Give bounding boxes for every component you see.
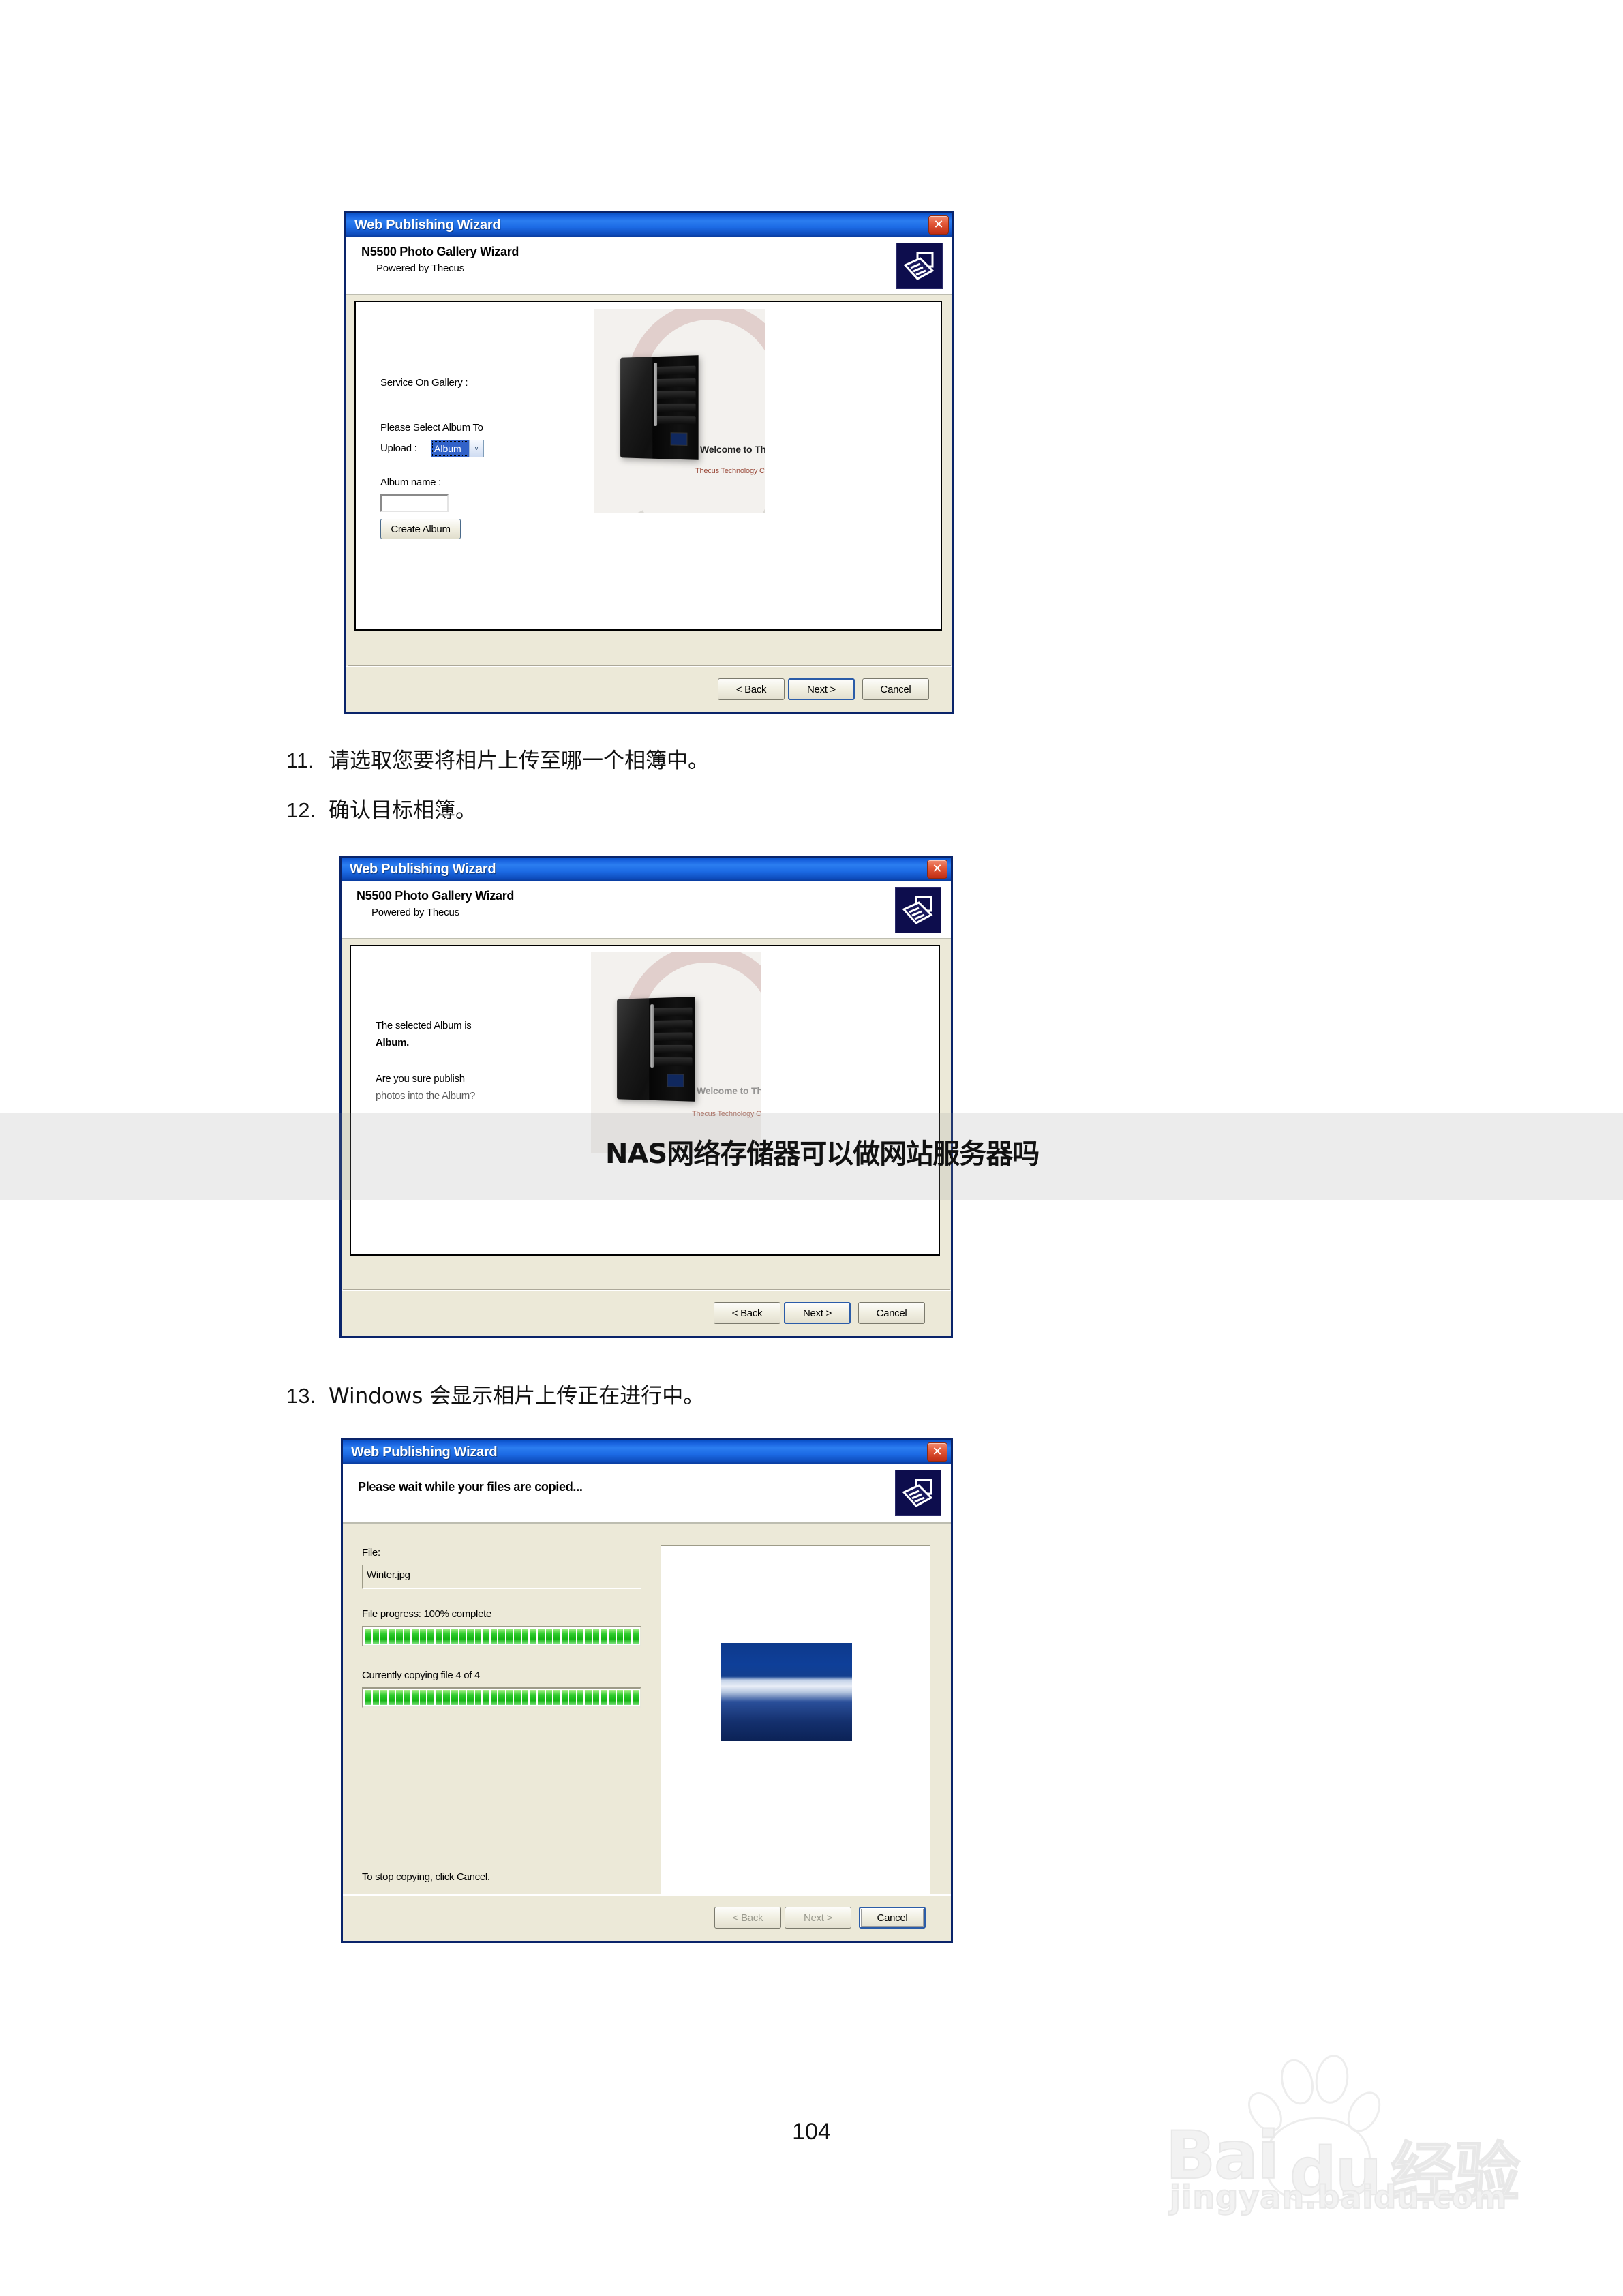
dialog1-titlebar[interactable]: Web Publishing Wizard ✕: [346, 213, 952, 237]
dialog2-titlebar[interactable]: Web Publishing Wizard ✕: [342, 858, 951, 881]
image-preview-pane: [661, 1545, 930, 1894]
watermark-chinese-text: NAS网络存储器可以做网站服务器吗: [605, 1132, 1039, 1171]
nas-handle: [654, 363, 657, 426]
chevron-down-icon[interactable]: ˅: [469, 440, 483, 457]
cancel-button[interactable]: Cancel: [858, 1302, 925, 1324]
current-file-field: Winter.jpg: [362, 1565, 641, 1589]
file-label: File:: [362, 1547, 380, 1558]
back-button[interactable]: < Back: [714, 1302, 780, 1324]
thecus-product-image: Welcome to Thecus Thecus Technology Corp…: [594, 309, 765, 513]
nas-front-face: [652, 355, 699, 460]
create-album-button[interactable]: Create Album: [380, 519, 461, 539]
welcome-to-thecus-text: Welcome to Thecus: [697, 1085, 761, 1096]
welcome-to-thecus-text: Welcome to Thecus: [700, 444, 765, 455]
web-publish-icon: [896, 243, 943, 289]
cancel-button[interactable]: Cancel: [859, 1907, 926, 1929]
dialog1-header-subtitle: Powered by Thecus: [376, 262, 952, 274]
close-icon[interactable]: ✕: [927, 860, 947, 879]
selected-album-line1: The selected Album is: [376, 1020, 471, 1031]
cancel-button[interactable]: Cancel: [862, 678, 929, 700]
album-name-label: Album name :: [380, 477, 441, 488]
dialog3-title: Web Publishing Wizard: [351, 1445, 497, 1460]
dialog1-header: N5500 Photo Gallery Wizard Powered by Th…: [346, 237, 952, 295]
baidu-url-text: jingyan.baidu.com: [1170, 2179, 1507, 2216]
dialog3-titlebar[interactable]: Web Publishing Wizard ✕: [343, 1440, 951, 1464]
dialog3-button-bar: < Back Next > Cancel: [343, 1894, 951, 1941]
copy-count-label: Currently copying file 4 of 4: [362, 1670, 480, 1681]
dialog2-content-pane: The selected Album is Album. Are you sur…: [350, 945, 940, 1256]
next-button: Next >: [785, 1907, 851, 1929]
step-11-number: 11.: [286, 749, 329, 773]
step-12-text: 确认目标相簿。: [329, 798, 476, 823]
select-album-label-line2: Upload :: [380, 442, 416, 454]
web-publish-icon: [895, 887, 941, 933]
album-select-value: Album: [431, 440, 469, 457]
paw-toe-1: [1276, 2055, 1319, 2109]
step-13-line: 13. Windows 会显示相片上传正在进行中。: [286, 1378, 704, 1409]
dialog2-header: N5500 Photo Gallery Wizard Powered by Th…: [342, 881, 951, 939]
overall-progress-bar: [362, 1687, 641, 1708]
step-12-line: 12. 确认目标相簿。: [286, 793, 476, 824]
dialog1-body: Service On Gallery : Please Select Album…: [346, 295, 952, 712]
dialog3-header: Please wait while your files are copied.…: [343, 1464, 951, 1524]
dialog1-content-pane: Service On Gallery : Please Select Album…: [354, 301, 942, 631]
dialog2-header-subtitle: Powered by Thecus: [371, 907, 951, 918]
album-select-dropdown[interactable]: Album ˅: [431, 440, 484, 457]
dialog3-body: File: Winter.jpg File progress: 100% com…: [343, 1524, 951, 1941]
dialog2-title: Web Publishing Wizard: [350, 862, 496, 877]
service-on-gallery-label: Service On Gallery :: [380, 377, 468, 389]
nas-device-illustration: [617, 997, 695, 1102]
album-name-input[interactable]: [380, 494, 449, 512]
step-13-text: Windows 会显示相片上传正在进行中。: [329, 1384, 704, 1408]
dialog1-button-bar: < Back Next > Cancel: [346, 666, 952, 712]
next-button[interactable]: Next >: [788, 678, 855, 700]
back-button[interactable]: < Back: [718, 678, 785, 700]
select-album-label-line1: Please Select Album To: [380, 422, 483, 434]
thecus-corporation-text: Thecus Technology Corporation: [695, 467, 765, 475]
web-publish-icon: [895, 1470, 941, 1516]
next-button[interactable]: Next >: [784, 1302, 851, 1324]
nas-device-illustration: [620, 355, 699, 460]
dialog2-button-bar: < Back Next > Cancel: [342, 1290, 951, 1336]
step-11-text: 请选取您要将相片上传至哪一个相簿中。: [329, 749, 709, 773]
file-progress-bar: [362, 1626, 641, 1646]
close-icon[interactable]: ✕: [928, 215, 949, 235]
stop-copying-hint: To stop copying, click Cancel.: [362, 1871, 490, 1883]
confirm-publish-line1: Are you sure publish: [376, 1073, 465, 1085]
paw-toe-2: [1312, 2053, 1352, 2106]
back-button: < Back: [714, 1907, 781, 1929]
step-13-number: 13.: [286, 1384, 329, 1408]
dialog1-title: Web Publishing Wizard: [354, 217, 500, 233]
baidu-watermark: Bai du 经验 jingyan.baidu.com: [1145, 2052, 1554, 2209]
selected-album-value: Album.: [376, 1037, 409, 1048]
nas-handle: [650, 1004, 654, 1068]
dialog-web-publishing-wizard-copying: Web Publishing Wizard ✕ Please wait whil…: [341, 1438, 953, 1943]
dialog3-header-title: Please wait while your files are copied.…: [358, 1480, 951, 1494]
dialog2-header-title: N5500 Photo Gallery Wizard: [357, 889, 951, 903]
file-progress-label: File progress: 100% complete: [362, 1608, 491, 1620]
step-11-line: 11. 请选取您要将相片上传至哪一个相簿中。: [286, 743, 709, 774]
step-12-number: 12.: [286, 798, 329, 823]
winter-photo-thumbnail: [721, 1643, 852, 1741]
confirm-publish-line2: photos into the Album?: [376, 1090, 475, 1102]
close-icon[interactable]: ✕: [927, 1442, 947, 1462]
dialog-web-publishing-wizard-confirm-album: Web Publishing Wizard ✕ N5500 Photo Gall…: [339, 856, 953, 1338]
dialog1-header-title: N5500 Photo Gallery Wizard: [361, 245, 952, 259]
dialog-web-publishing-wizard-select-album: Web Publishing Wizard ✕ N5500 Photo Gall…: [344, 211, 954, 714]
nas-front-face: [649, 997, 695, 1102]
